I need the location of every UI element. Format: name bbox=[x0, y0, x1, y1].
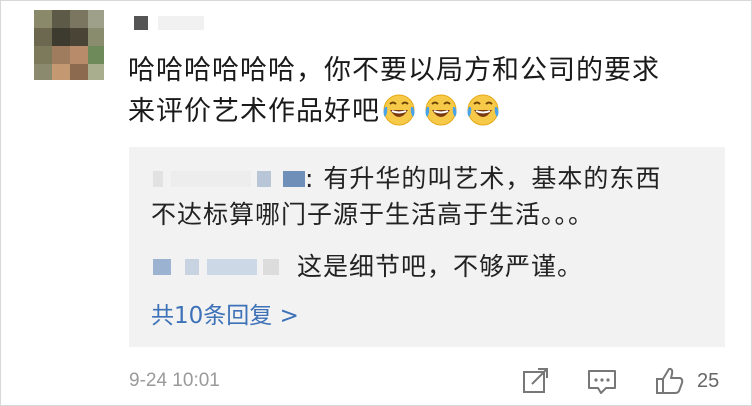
laugh-cry-emoji bbox=[467, 94, 499, 126]
thumbs-up-icon[interactable] bbox=[652, 364, 688, 398]
reply-author-obscured[interactable] bbox=[151, 257, 297, 277]
reply-separator: : bbox=[305, 164, 324, 193]
comment-text-line-2: 来评价艺术作品好吧 bbox=[128, 91, 728, 133]
share-icon[interactable] bbox=[518, 364, 552, 398]
comment-icon[interactable] bbox=[584, 364, 620, 398]
timestamp: 9-24 10:01 bbox=[129, 370, 220, 391]
replies-box: : 有升华的叫艺术，基本的东西 不达标算哪门子源于生活高于生活。。。 这是细节吧… bbox=[129, 147, 725, 347]
username-obscured[interactable] bbox=[128, 12, 218, 36]
comment-text-line-1: 哈哈哈哈哈哈，你不要以局方和公司的要求 bbox=[128, 55, 660, 86]
comment-text: 哈哈哈哈哈哈，你不要以局方和公司的要求 来评价艺术作品好吧 bbox=[128, 50, 728, 133]
reply-text-line-1: 有升华的叫艺术，基本的东西 bbox=[323, 164, 662, 193]
reply-item[interactable]: 这是细节吧，不够严谨。 bbox=[151, 249, 711, 285]
reply-text: 这是细节吧，不够严谨。 bbox=[297, 252, 584, 281]
laugh-cry-emoji bbox=[383, 94, 415, 126]
like-count: 25 bbox=[697, 370, 720, 392]
reply-text-line-2: 不达标算哪门子源于生活高于生活。。。 bbox=[151, 200, 595, 229]
laugh-cry-emoji bbox=[425, 94, 457, 126]
reply-item[interactable]: : 有升华的叫艺术，基本的东西 不达标算哪门子源于生活高于生活。。。 bbox=[151, 161, 711, 233]
more-replies-link[interactable]: 共10条回复 > bbox=[151, 299, 299, 333]
reply-line-1: : 有升华的叫艺术，基本的东西 bbox=[151, 161, 711, 197]
reply-author-obscured[interactable] bbox=[151, 169, 305, 189]
avatar[interactable] bbox=[34, 10, 104, 80]
